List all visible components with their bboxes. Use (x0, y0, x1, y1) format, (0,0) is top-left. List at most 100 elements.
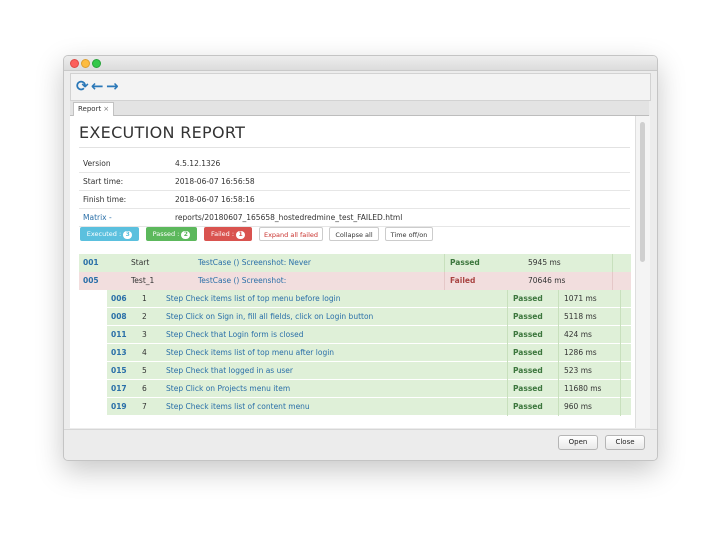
column-divider (558, 326, 559, 344)
step-id: 008 (111, 312, 127, 321)
info-label: Version (83, 159, 111, 168)
tab-report[interactable]: Report × (73, 102, 115, 116)
column-divider (558, 290, 559, 308)
step-status: Passed (513, 330, 543, 339)
step-description[interactable]: Step Click on Projects menu item (166, 380, 290, 398)
button-label: Passed : (152, 230, 180, 238)
refresh-icon[interactable]: ⟳ (76, 76, 89, 96)
step-row[interactable]: 011 3 Step Check that Login form is clos… (107, 326, 631, 344)
testcase-row[interactable]: 005 Test_1 TestCase () Screenshot: Faile… (79, 272, 631, 290)
column-divider (507, 398, 508, 416)
step-row[interactable]: 019 7 Step Check items list of content m… (107, 398, 631, 416)
info-value: reports/20180607_165658_hostedredmine_te… (175, 213, 403, 222)
count-badge: 1 (236, 231, 246, 239)
step-row[interactable]: 015 5 Step Check that logged in as user … (107, 362, 631, 380)
step-description[interactable]: Step Click on Sign in, fill all fields, … (166, 308, 373, 326)
column-divider (507, 326, 508, 344)
column-divider (507, 362, 508, 380)
testcase-id: 005 (83, 276, 99, 285)
column-divider (612, 272, 613, 290)
close-window-button[interactable] (70, 59, 79, 68)
column-divider (620, 308, 621, 326)
testcase-time: 5945 ms (528, 258, 561, 267)
step-number: 3 (142, 330, 147, 339)
step-number: 7 (142, 402, 147, 411)
step-id: 006 (111, 294, 127, 303)
column-divider (620, 398, 621, 416)
info-row-start-time: Start time: 2018-06-07 16:56:58 (79, 172, 630, 191)
step-status: Passed (513, 348, 543, 357)
button-label: Executed : (86, 230, 122, 238)
time-toggle-button[interactable]: Time off/on (385, 227, 433, 241)
testcase-time: 70646 ms (528, 276, 566, 285)
column-divider (507, 308, 508, 326)
testcase-row[interactable]: 001 Start TestCase () Screenshot: Never … (79, 254, 631, 272)
step-row[interactable]: 006 1 Step Check items list of top menu … (107, 290, 631, 308)
minimize-window-button[interactable] (81, 59, 90, 68)
step-time: 960 ms (564, 402, 592, 411)
step-time: 11680 ms (564, 384, 602, 393)
page-title: EXECUTION REPORT (79, 123, 246, 142)
matrix-toggle-link[interactable]: Matrix - (83, 213, 112, 222)
open-button[interactable]: Open (558, 435, 598, 450)
column-divider (620, 380, 621, 398)
failed-filter-button[interactable]: Failed :1 (204, 227, 252, 241)
step-id: 015 (111, 366, 127, 375)
step-description[interactable]: Step Check items list of top menu before… (166, 290, 340, 308)
column-divider (620, 326, 621, 344)
step-description[interactable]: Step Check items list of content menu (166, 398, 310, 416)
step-description[interactable]: Step Check items list of top menu after … (166, 344, 334, 362)
testcase-status: Passed (450, 258, 480, 267)
step-row[interactable]: 013 4 Step Check items list of top menu … (107, 344, 631, 362)
column-divider (444, 272, 445, 290)
column-divider (558, 362, 559, 380)
column-divider (612, 254, 613, 272)
column-divider (507, 290, 508, 308)
column-divider (620, 362, 621, 380)
scrollbar-thumb[interactable] (640, 122, 645, 262)
column-divider (620, 344, 621, 362)
step-status: Passed (513, 402, 543, 411)
arrow-left-icon[interactable]: ← (91, 76, 104, 96)
step-time: 424 ms (564, 330, 592, 339)
tab-close-icon[interactable]: × (103, 105, 109, 113)
step-time: 1071 ms (564, 294, 597, 303)
step-id: 017 (111, 384, 127, 393)
close-button[interactable]: Close (605, 435, 645, 450)
info-value: 4.5.12.1326 (175, 159, 221, 168)
zoom-window-button[interactable] (92, 59, 101, 68)
step-description[interactable]: Step Check that Login form is closed (166, 326, 303, 344)
step-row[interactable]: 017 6 Step Click on Projects menu item P… (107, 380, 631, 398)
step-description[interactable]: Step Check that logged in as user (166, 362, 293, 380)
button-label: Failed : (210, 230, 235, 238)
info-value: 2018-06-07 16:56:58 (175, 177, 255, 186)
passed-filter-button[interactable]: Passed :2 (146, 227, 197, 241)
title-divider (79, 147, 630, 148)
vertical-scrollbar[interactable] (635, 116, 650, 428)
step-status: Passed (513, 384, 543, 393)
info-row-matrix: Matrix - reports/20180607_165658_hostedr… (79, 208, 630, 227)
report-window: ⟳ ← → Report × EXECUTION REPORT Version 4… (63, 55, 658, 461)
column-divider (620, 290, 621, 308)
step-time: 1286 ms (564, 348, 597, 357)
count-badge: 3 (123, 231, 133, 239)
expand-all-failed-button[interactable]: Expand all failed (259, 227, 323, 241)
step-row[interactable]: 008 2 Step Click on Sign in, fill all fi… (107, 308, 631, 326)
count-badge: 2 (181, 231, 191, 239)
testcase-description[interactable]: TestCase () Screenshot: (198, 272, 286, 290)
step-time: 5118 ms (564, 312, 597, 321)
step-time: 523 ms (564, 366, 592, 375)
testcase-description[interactable]: TestCase () Screenshot: Never (198, 254, 311, 272)
executed-filter-button[interactable]: Executed :3 (80, 227, 139, 241)
column-divider (444, 254, 445, 272)
arrow-right-icon[interactable]: → (106, 76, 119, 96)
report-content: EXECUTION REPORT Version 4.5.12.1326 Sta… (70, 116, 635, 428)
testcase-name: Test_1 (131, 276, 155, 285)
collapse-all-button[interactable]: Collapse all (329, 227, 379, 241)
step-number: 6 (142, 384, 147, 393)
step-number: 1 (142, 294, 147, 303)
column-divider (558, 308, 559, 326)
dialog-button-bar: Open Close (64, 429, 657, 460)
step-status: Passed (513, 294, 543, 303)
column-divider (507, 344, 508, 362)
